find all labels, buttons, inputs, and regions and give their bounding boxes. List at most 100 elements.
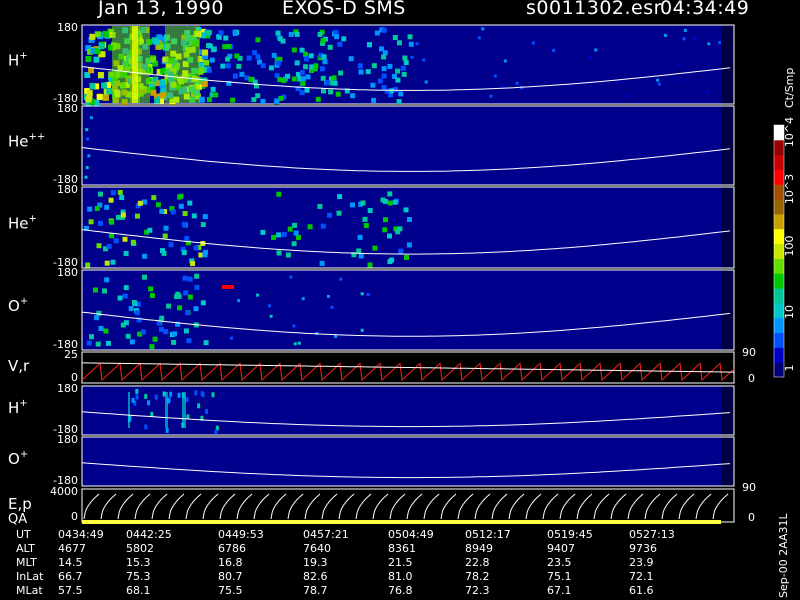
panel-5-pixel (131, 397, 135, 403)
panel-7-label2: QA (8, 512, 27, 527)
panel-2-pixel (285, 252, 291, 258)
table-row-ut: UT 0434:49 0442:25 0449:53 0457:21 0504:49 051… (0, 528, 760, 542)
panel-0-pixel (153, 38, 160, 45)
panel-0-pixel (275, 30, 281, 36)
table-cell: 0457:21 (303, 528, 349, 541)
panel-3-pixel (120, 322, 126, 328)
panel-0-pixel (201, 81, 208, 87)
panel-2-pixel (110, 259, 116, 265)
panel-3-pixel (86, 340, 92, 346)
panel-0-pixel (682, 37, 686, 41)
panel-2-pixel (104, 204, 110, 210)
panel-0-pixel (315, 96, 321, 102)
colorbar-tick-label: 100 (783, 236, 796, 257)
panel-7-ybot: 0 (71, 510, 78, 523)
panel-3-pixel (149, 293, 155, 298)
panel-3-pixel (366, 293, 370, 297)
panel-2-pixel (317, 203, 323, 209)
panel-0-pixel (255, 37, 261, 43)
panel-3-pixel (187, 276, 193, 282)
panel-2-pixel (151, 195, 157, 201)
panel-0-pixel (396, 99, 402, 105)
table-cell: 67.1 (547, 584, 572, 597)
panel-2-pixel (295, 234, 301, 240)
table-cell: 4677 (58, 542, 86, 555)
table-row-mlt: MLT 14.5 15.3 16.8 19.3 21.5 22.8 23.5 23.9 (0, 556, 760, 570)
panel-4-rtop: 90 (742, 346, 756, 359)
panel-2-pixel (117, 189, 123, 195)
panel-4-label: V,r (8, 357, 30, 375)
panel-0-pixel (321, 54, 327, 60)
panel-0-pixel (419, 70, 423, 74)
panel-2-pixel (403, 207, 409, 213)
panel-0-pixel (252, 50, 257, 56)
panel-3-pixel (237, 299, 241, 303)
panel-0-pixel (371, 97, 377, 103)
panel-2-pixel (190, 261, 196, 267)
panel-3-pixel (183, 328, 189, 334)
panel-0-pixel (202, 49, 209, 56)
panel-0-pixel (102, 30, 109, 37)
colorbar-swatch (774, 288, 784, 304)
panel-2-pixel (113, 238, 119, 244)
panel-3-pixel (132, 301, 138, 307)
panel-3-pixel (177, 305, 183, 311)
panel-7-rbot: 0 (748, 511, 755, 524)
panel-0-pixel (96, 93, 103, 100)
panel-6-background (82, 437, 734, 486)
panel-2-pixel (387, 191, 393, 197)
panel-0-pixel (304, 87, 310, 93)
panel-1-pixel (89, 116, 93, 120)
panel-5-streak (165, 392, 168, 428)
panel-3-pixel (301, 297, 305, 301)
panel-0-pixel (683, 28, 687, 32)
colorbar-swatch (774, 317, 784, 334)
panel-3-pixel (104, 277, 110, 283)
panel-0-pixel (489, 94, 493, 98)
panel-0-pixel (379, 46, 384, 52)
panel-1-pixel (86, 137, 90, 141)
panel-0-pixel (207, 43, 213, 49)
panel-6-nodata (721, 437, 734, 486)
panel-0-pixel (335, 91, 341, 97)
colorbar-swatch (774, 154, 784, 170)
panel-5-label-sup: + (19, 398, 27, 409)
panel-3-pixel (203, 340, 209, 346)
table-cell: 75.3 (126, 570, 151, 583)
panel-0-pixel (230, 97, 236, 103)
panel-0-pixel (588, 55, 592, 59)
panel-2-pixel (130, 239, 136, 245)
table-cell: 82.6 (303, 570, 328, 583)
panel-3-pixel (159, 315, 165, 321)
panel-3-pixel (94, 315, 100, 321)
panel-2-pixel (108, 197, 114, 203)
panel-3-pixel (269, 314, 273, 318)
panel-7-label: E,p (8, 495, 32, 513)
panel-2-pixel (395, 229, 401, 235)
panel-0-pixel (384, 88, 390, 94)
panel-2-pixel (98, 220, 103, 226)
panel-2-pixel (392, 199, 398, 205)
colorbar-swatch (774, 332, 784, 348)
colorbar-tick-label: 10^4 (783, 117, 796, 147)
panel-3-pixel (293, 342, 297, 346)
panel-0-pixel (299, 90, 305, 96)
panel-2-pixel (337, 194, 343, 200)
panel-2-pixel (123, 251, 129, 256)
panel-0-pixel (218, 30, 224, 36)
panel-5-pixel (165, 427, 169, 433)
colorbar-swatch (774, 273, 784, 289)
table-cell: 75.5 (218, 584, 243, 597)
panel-0-pixel (395, 77, 401, 83)
panel-0-pixel (303, 51, 309, 57)
panel-0-pixel (692, 36, 696, 40)
table-cell: 21.5 (388, 556, 413, 569)
panel-2-pixel (363, 223, 369, 228)
panel-0-pixel (207, 67, 212, 73)
panel-2-pixel (383, 217, 388, 223)
panel-0-pixel (357, 63, 363, 69)
panel-5-streak (128, 392, 130, 428)
panel-3-pixel (129, 339, 135, 345)
panel-0-pixel (154, 97, 161, 104)
panel-2-ytop: 180 (57, 183, 78, 196)
